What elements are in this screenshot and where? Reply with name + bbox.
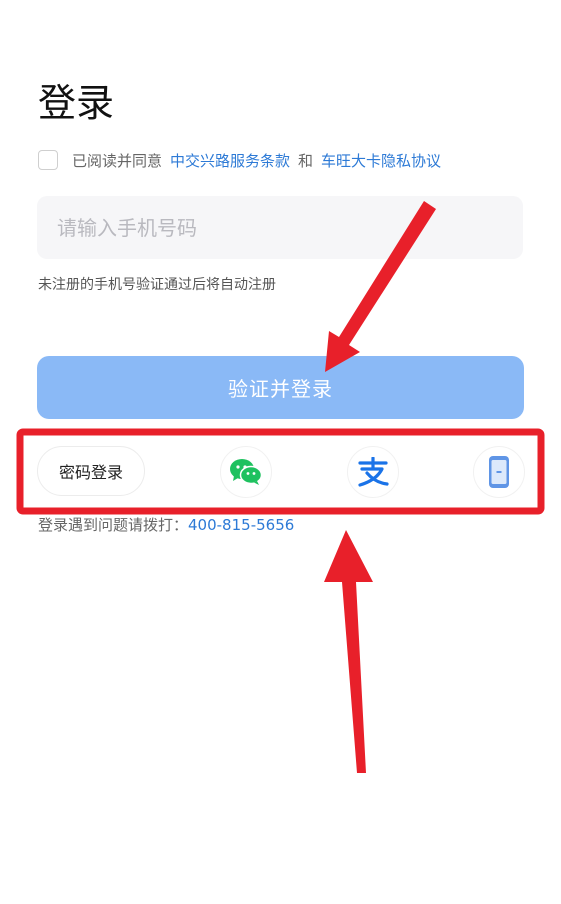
phone-number-input[interactable] — [37, 196, 523, 259]
terms-link[interactable]: 中交兴路服务条款 — [170, 150, 290, 171]
wechat-icon — [230, 459, 263, 485]
alipay-login-button[interactable] — [347, 446, 399, 498]
password-login-button[interactable]: 密码登录 — [37, 446, 145, 496]
agreement-checkbox[interactable] — [38, 150, 58, 170]
agreement-row: 已阅读并同意 中交兴路服务条款 和 车旺大卡隐私协议 — [38, 148, 441, 172]
agreement-conjunction: 和 — [298, 151, 314, 170]
help-line: 登录遇到问题请拨打：400-815-5656 — [38, 514, 294, 535]
alternative-login-options: 密码登录 — [37, 446, 525, 498]
arrow-bottom — [324, 530, 373, 773]
verify-login-button[interactable]: 验证并登录 — [37, 356, 524, 419]
agreement-prefix: 已阅读并同意 — [72, 151, 163, 170]
page-title: 登录 — [38, 81, 115, 125]
mobile-login-button[interactable] — [473, 446, 525, 498]
wechat-login-button[interactable] — [220, 446, 272, 498]
auto-register-hint: 未注册的手机号验证通过后将自动注册 — [38, 277, 276, 293]
alipay-icon — [358, 457, 389, 487]
mobile-phone-icon — [489, 456, 509, 488]
help-phone-link[interactable]: 400-815-5656 — [188, 516, 294, 534]
privacy-link[interactable]: 车旺大卡隐私协议 — [321, 150, 441, 171]
help-prefix: 登录遇到问题请拨打： — [38, 516, 189, 534]
